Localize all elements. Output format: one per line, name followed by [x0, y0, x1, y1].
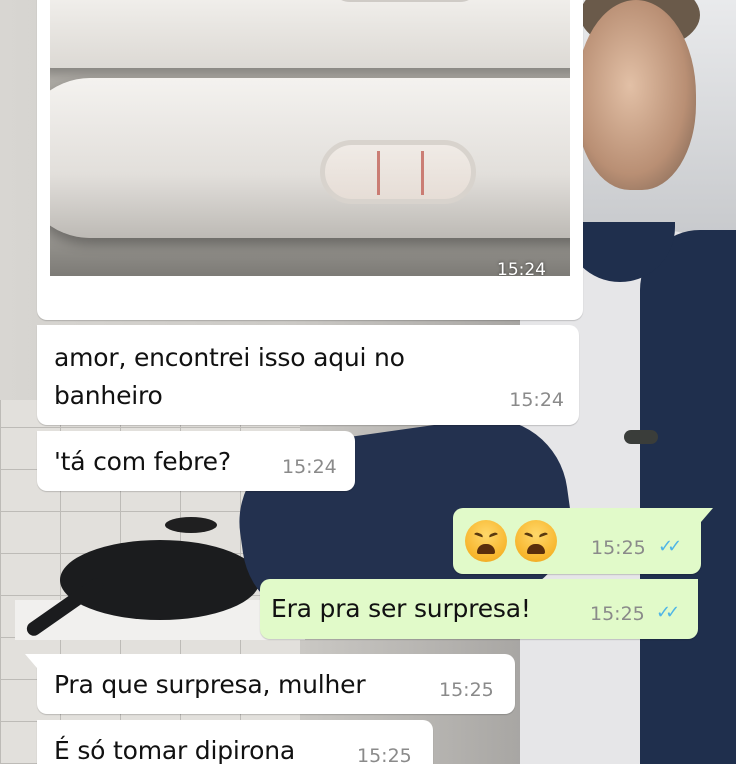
message-time: 15:24	[509, 389, 564, 411]
message-bubble-incoming[interactable]: amor, encontrei isso aqui no banheiro 15…	[37, 325, 579, 425]
message-bubble-outgoing[interactable]: 15:25 ✓✓	[453, 508, 713, 574]
message-text: Pra que surpresa, mulher	[54, 670, 366, 699]
read-receipt-icon: ✓✓	[656, 602, 680, 623]
message-bubble-outgoing[interactable]: Era pra ser surpresa! 15:25 ✓✓	[260, 579, 698, 639]
message-text: Era pra ser surpresa!	[271, 594, 531, 623]
control-line	[377, 151, 380, 195]
test-line	[421, 151, 424, 195]
pregnancy-test-top-window	[330, 0, 480, 2]
message-bubble-incoming[interactable]: É só tomar dipirona 15:25	[37, 720, 433, 764]
pregnancy-test-photo[interactable]: 15:24	[50, 0, 570, 276]
wallpaper-face	[576, 0, 696, 190]
message-bubble-incoming[interactable]: Pra que surpresa, mulher 15:25	[25, 654, 515, 714]
weary-face-icon	[465, 520, 507, 562]
image-message[interactable]: 15:24	[37, 0, 583, 320]
message-time: 15:25	[439, 679, 494, 701]
read-receipt-icon: ✓✓	[658, 536, 682, 557]
wallpaper-knob	[165, 517, 217, 533]
weary-face-icon	[515, 520, 557, 562]
wallpaper-shirt-logo	[624, 430, 658, 444]
pregnancy-test-bottom	[50, 78, 570, 238]
message-text: amor, encontrei isso aqui no	[54, 343, 405, 372]
message-text: 'tá com febre?	[54, 447, 231, 476]
pregnancy-test-top	[50, 0, 570, 68]
wallpaper-sleeve	[640, 230, 736, 764]
message-text: É só tomar dipirona	[54, 736, 296, 764]
message-text: banheiro	[54, 381, 163, 410]
message-time: 15:24	[282, 456, 337, 478]
image-message-time: 15:24	[497, 260, 546, 276]
message-time: 15:25	[590, 603, 645, 625]
message-time: 15:25	[357, 745, 412, 764]
message-time: 15:25	[591, 537, 646, 559]
pregnancy-test-result-window	[320, 140, 476, 204]
message-bubble-incoming[interactable]: 'tá com febre? 15:24	[37, 431, 355, 491]
